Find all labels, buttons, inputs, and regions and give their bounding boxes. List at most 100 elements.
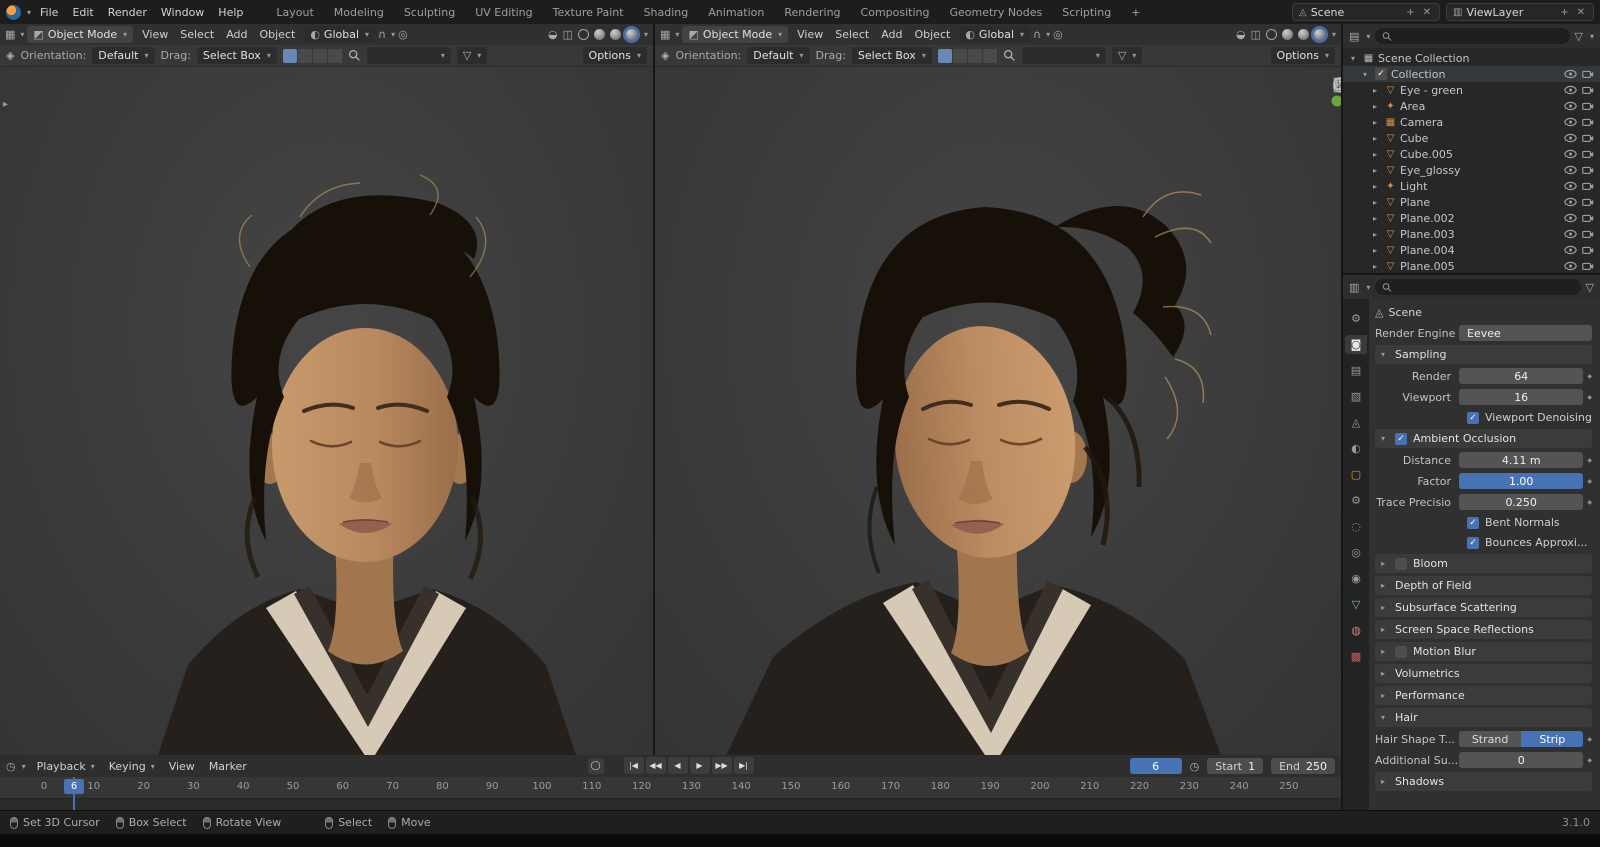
auto-keying-icon[interactable]: ◯ xyxy=(587,757,604,774)
animate-dot-icon[interactable]: ◆ xyxy=(1587,478,1592,485)
ao-checkbox[interactable]: ✓ xyxy=(1395,432,1407,445)
shading-rendered-icon[interactable] xyxy=(625,29,637,40)
shading-solid-icon[interactable] xyxy=(1281,29,1293,40)
current-frame-field[interactable]: 6 xyxy=(1129,758,1182,774)
eye-icon[interactable] xyxy=(1564,149,1577,159)
camera-toggle-icon[interactable] xyxy=(1582,85,1594,95)
outliner-item[interactable]: ▸ ▽ Plane.005 xyxy=(1343,258,1600,274)
orientation-dropdown[interactable]: ◐ Global ▾ xyxy=(304,26,376,43)
properties-tab[interactable]: ▧ xyxy=(1345,387,1367,406)
eye-icon[interactable] xyxy=(1564,165,1577,175)
section-checkbox[interactable] xyxy=(1395,557,1407,570)
expand-icon[interactable]: ▸ xyxy=(1373,118,1381,127)
close-icon[interactable]: ✕ xyxy=(1575,7,1587,18)
transport-button[interactable]: |◀ xyxy=(623,757,644,774)
animate-dot-icon[interactable]: ◆ xyxy=(1587,757,1592,764)
ao-factor-slider[interactable]: 1.00 xyxy=(1459,473,1584,489)
select-mode-add[interactable] xyxy=(952,48,967,63)
overlays-icon[interactable]: ◒ xyxy=(548,28,558,41)
workspace-tab[interactable]: Shading xyxy=(634,2,699,24)
drag-setting-dropdown[interactable]: Select Box ▾ xyxy=(196,47,277,64)
workspace-tab[interactable]: Animation xyxy=(698,2,774,24)
clock-icon[interactable]: ◷ xyxy=(1190,760,1200,773)
camera-toggle-icon[interactable] xyxy=(1582,245,1594,255)
outliner-item[interactable]: ▸ ▽ Plane.004 xyxy=(1343,242,1600,258)
viewport-menu-item[interactable]: Select xyxy=(829,25,875,44)
viewport-canvas[interactable]: Z X xyxy=(655,67,1341,755)
menubar-item[interactable]: File xyxy=(33,2,65,23)
expand-icon[interactable]: ▸ xyxy=(1373,262,1381,271)
render-engine-dropdown[interactable]: Eevee xyxy=(1459,325,1592,341)
scene-selector[interactable]: ◬ Scene + ✕ xyxy=(1292,3,1440,21)
grid-ortho-icon[interactable] xyxy=(1331,75,1341,95)
camera-toggle-icon[interactable] xyxy=(1582,133,1594,143)
camera-toggle-icon[interactable] xyxy=(1582,149,1594,159)
viewport-samples-field[interactable]: 16 xyxy=(1459,389,1584,405)
transport-button[interactable]: ◀◀ xyxy=(645,757,666,774)
proportional-editing-icon[interactable]: ◎ xyxy=(1053,28,1063,41)
section-ambient-occlusion[interactable]: ▾ ✓ Ambient Occlusion xyxy=(1375,429,1592,448)
properties-tab[interactable]: ◐ xyxy=(1345,439,1367,458)
options-dropdown[interactable]: Options ▾ xyxy=(582,47,647,64)
eye-icon[interactable] xyxy=(1564,245,1577,255)
expand-icon[interactable]: ▾ xyxy=(1363,70,1371,79)
collapsed-section-header[interactable]: ▸ Subsurface Scattering xyxy=(1375,598,1592,617)
filter-funnel-icon[interactable]: ▽ xyxy=(1575,30,1583,43)
expand-icon[interactable]: ▸ xyxy=(1373,198,1381,207)
hair-additional-field[interactable]: 0 xyxy=(1459,752,1584,768)
properties-tab[interactable]: ▤ xyxy=(1345,361,1367,380)
editor-type-icon[interactable]: ▥ xyxy=(1349,281,1359,294)
menubar-item[interactable]: Edit xyxy=(65,2,100,23)
expand-icon[interactable]: ▸ xyxy=(1373,150,1381,159)
new-viewlayer-button[interactable]: + xyxy=(1558,7,1570,18)
camera-toggle-icon[interactable] xyxy=(1582,181,1594,191)
outliner-item[interactable]: ▸ ▽ Eye - green xyxy=(1343,82,1600,98)
chevron-down-icon[interactable]: ▾ xyxy=(1332,30,1336,39)
workspace-tab[interactable]: UV Editing xyxy=(465,2,542,24)
workspace-tab[interactable]: Rendering xyxy=(774,2,850,24)
transport-button[interactable]: ◀ xyxy=(667,757,688,774)
collapsed-section-header[interactable]: ▸ Volumetrics xyxy=(1375,664,1592,683)
transport-button[interactable]: ▶| xyxy=(733,757,754,774)
section-sampling[interactable]: ▾ Sampling xyxy=(1375,345,1592,364)
bent-normals-checkbox[interactable]: ✓ xyxy=(1467,516,1479,529)
select-mode-new[interactable] xyxy=(937,48,952,63)
expand-icon[interactable]: ▸ xyxy=(1373,182,1381,191)
eye-icon[interactable] xyxy=(1564,117,1577,127)
animate-dot-icon[interactable]: ◆ xyxy=(1587,373,1592,380)
timeline-menu-item[interactable]: View ▾ xyxy=(162,757,202,776)
eye-icon[interactable] xyxy=(1564,101,1577,111)
expand-icon[interactable]: ▸ xyxy=(1373,86,1381,95)
shading-solid-icon[interactable] xyxy=(593,29,605,40)
properties-tab[interactable]: ▩ xyxy=(1345,647,1367,666)
viewport-menu-item[interactable]: View xyxy=(136,25,174,44)
tool-extra-dropdown[interactable]: ▾ xyxy=(1021,47,1106,64)
chevron-down-icon[interactable]: ▾ xyxy=(27,8,31,17)
eye-icon[interactable] xyxy=(1564,133,1577,143)
editor-type-icon[interactable]: ◷ xyxy=(6,760,16,773)
workspace-tab[interactable]: Geometry Nodes xyxy=(939,2,1052,24)
section-shadows[interactable]: ▸ Shadows xyxy=(1375,772,1592,791)
shading-rendered-icon[interactable] xyxy=(1313,29,1325,40)
close-icon[interactable]: ✕ xyxy=(1421,7,1433,18)
search-input[interactable] xyxy=(1396,281,1574,293)
frame-start-field[interactable]: Start 1 xyxy=(1207,758,1264,774)
properties-tab[interactable]: ◌ xyxy=(1345,517,1367,536)
menubar-item[interactable]: Help xyxy=(211,2,250,23)
search-icon[interactable] xyxy=(1003,49,1016,62)
timeline-track[interactable] xyxy=(0,799,1341,810)
render-samples-field[interactable]: 64 xyxy=(1459,368,1584,384)
outliner-item[interactable]: ▸ ▽ Cube.005 xyxy=(1343,146,1600,162)
outliner-item[interactable]: ▸ ✦ Area xyxy=(1343,98,1600,114)
mode-dropdown[interactable]: ◩ Object Mode ▾ xyxy=(27,26,134,43)
menubar-item[interactable]: Window xyxy=(154,2,211,23)
viewport-menu-item[interactable]: Add xyxy=(220,25,253,44)
workspace-tab[interactable]: Texture Paint xyxy=(543,2,634,24)
viewport-menu-item[interactable]: Select xyxy=(174,25,220,44)
collapsed-section-header[interactable]: ▸ Depth of Field xyxy=(1375,576,1592,595)
properties-tab[interactable]: ◍ xyxy=(1345,621,1367,640)
active-tool-icon[interactable]: ◈ xyxy=(661,49,669,62)
properties-tab[interactable]: ◎ xyxy=(1345,543,1367,562)
collection-checkbox[interactable]: ✓ xyxy=(1375,68,1387,80)
frame-end-field[interactable]: End 250 xyxy=(1271,758,1335,774)
